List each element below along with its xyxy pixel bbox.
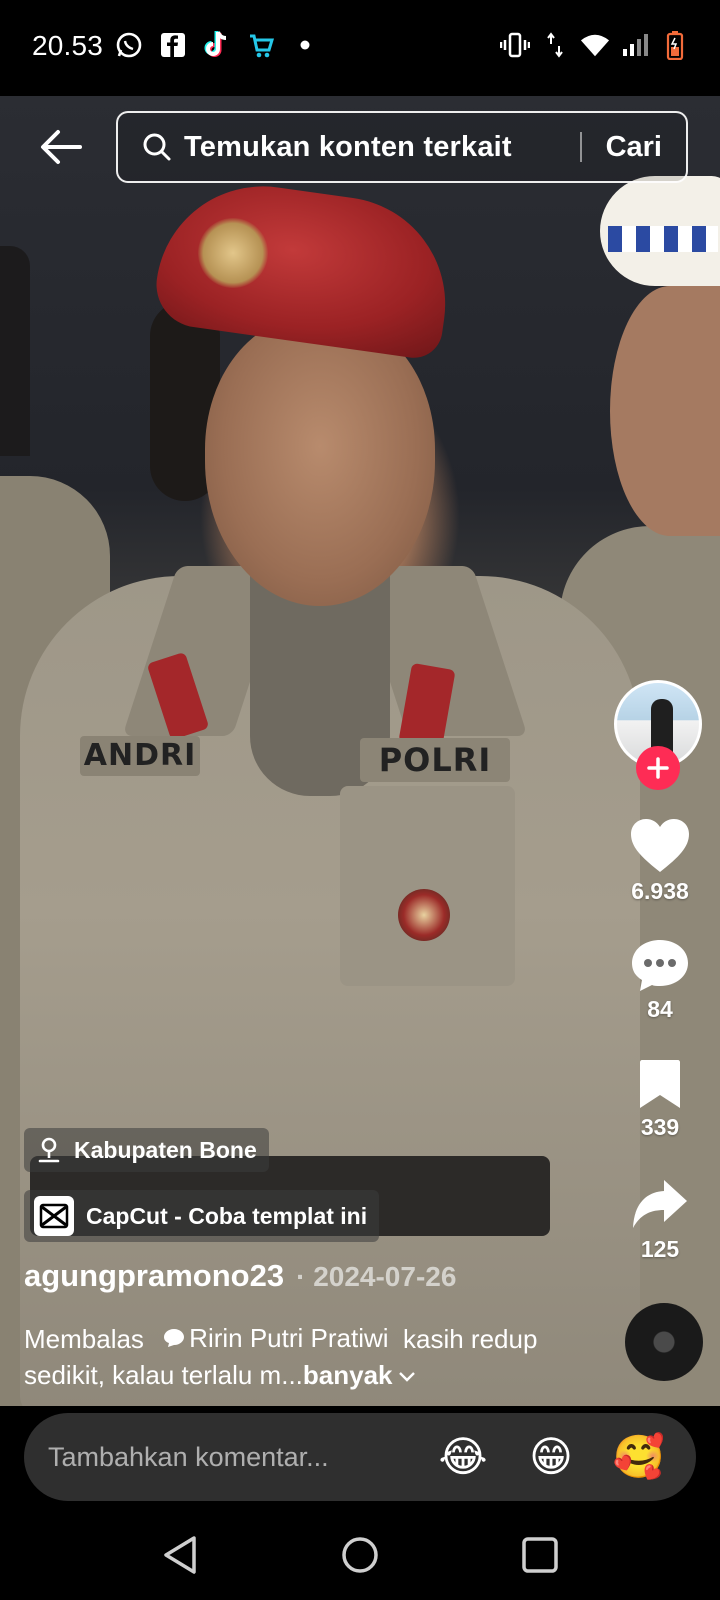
comment-input[interactable]: Tambahkan komentar... 😂 😁 🥰 <box>24 1413 696 1501</box>
officer-face <box>205 316 435 606</box>
emoji-grin-button[interactable]: 😁 <box>520 1436 582 1478</box>
creator-avatar[interactable] <box>614 680 702 790</box>
chevron-down-icon <box>398 1372 415 1382</box>
share-count: 125 <box>640 1236 680 1262</box>
emoji-laugh-button[interactable]: 😂 <box>432 1436 494 1478</box>
officer-right-face <box>610 286 720 536</box>
circle-home-icon <box>342 1537 378 1573</box>
plus-icon <box>647 757 669 779</box>
shop-icon <box>246 30 276 60</box>
reply-prefix: Membalas <box>24 1324 144 1354</box>
search-bar[interactable]: Temukan konten terkait Cari <box>116 111 688 183</box>
location-chip[interactable]: Kabupaten Bone <box>24 1128 269 1172</box>
post-date: · 2024-07-26 <box>296 1261 457 1292</box>
comment-button[interactable]: 84 <box>612 938 708 1023</box>
status-bar: 20.53 <box>0 0 720 96</box>
signal-icon <box>620 30 650 60</box>
heart-icon <box>631 819 689 872</box>
comment-small-icon <box>164 1329 185 1347</box>
capcut-template-chip[interactable]: CapCut - Coba templat ini <box>24 1190 380 1242</box>
beret-badge <box>198 218 268 288</box>
search-button[interactable]: Cari <box>582 131 686 164</box>
bookmark-icon <box>640 1060 680 1108</box>
system-nav-bar <box>0 1510 720 1600</box>
cap-checkered-band <box>608 226 718 252</box>
system-icons <box>500 30 690 60</box>
dot-icon <box>290 30 320 60</box>
location-pin-icon <box>34 1135 64 1165</box>
square-recents-icon <box>522 1537 558 1573</box>
capcut-logo-icon <box>34 1196 74 1236</box>
vibrate-icon <box>500 30 530 60</box>
triangle-back-icon <box>164 1536 196 1574</box>
post-caption[interactable]: Membalas Ririn Putri Pratiwi kasih redup… <box>24 1320 584 1393</box>
polri-tag: POLRI <box>360 738 510 782</box>
location-label: Kabupaten Bone <box>74 1136 257 1163</box>
status-time: 20.53 <box>32 30 104 61</box>
wifi-icon <box>580 30 610 60</box>
officer-left-cap <box>0 246 30 456</box>
share-arrow-icon <box>633 1180 687 1228</box>
tiktok-icon <box>202 30 232 60</box>
notification-icons <box>114 30 320 60</box>
medal-badge <box>398 889 450 941</box>
more-link[interactable]: banyak <box>303 1360 417 1390</box>
share-button[interactable]: 125 <box>612 1178 708 1263</box>
comment-bubble-icon <box>632 940 688 991</box>
nav-home-button[interactable] <box>330 1530 390 1580</box>
reply-username: Ririn Putri Pratiwi <box>189 1323 389 1353</box>
name-tag: ANDRI <box>80 736 200 776</box>
capcut-label: CapCut - Coba templat ini <box>86 1202 368 1229</box>
comment-count: 84 <box>647 996 673 1022</box>
nav-recents-button[interactable] <box>510 1530 570 1580</box>
follow-button[interactable] <box>636 746 680 790</box>
data-arrows-icon <box>540 30 570 60</box>
battery-icon <box>660 30 690 60</box>
back-button[interactable] <box>36 122 86 172</box>
author-username[interactable]: agungpramono23 <box>24 1258 284 1294</box>
search-input[interactable]: Temukan konten terkait <box>184 131 580 164</box>
music-disc-icon[interactable] <box>625 1303 703 1381</box>
more-label: banyak <box>302 1360 393 1390</box>
search-icon <box>140 130 174 164</box>
like-button[interactable]: 6.938 <box>612 818 708 905</box>
emoji-love-button[interactable]: 🥰 <box>608 1436 670 1478</box>
like-count: 6.938 <box>631 878 689 904</box>
author-line: agungpramono23 · 2024-07-26 <box>24 1258 456 1294</box>
chest-pocket <box>340 786 515 986</box>
comment-placeholder: Tambahkan komentar... <box>48 1441 329 1472</box>
save-count: 339 <box>640 1114 680 1140</box>
back-arrow-icon <box>41 130 82 164</box>
whatsapp-icon <box>114 30 144 60</box>
save-button[interactable]: 339 <box>612 1058 708 1141</box>
facebook-icon <box>158 30 188 60</box>
nav-back-button[interactable] <box>150 1530 210 1580</box>
reply-user-link[interactable]: Ririn Putri Pratiwi <box>151 1320 389 1356</box>
